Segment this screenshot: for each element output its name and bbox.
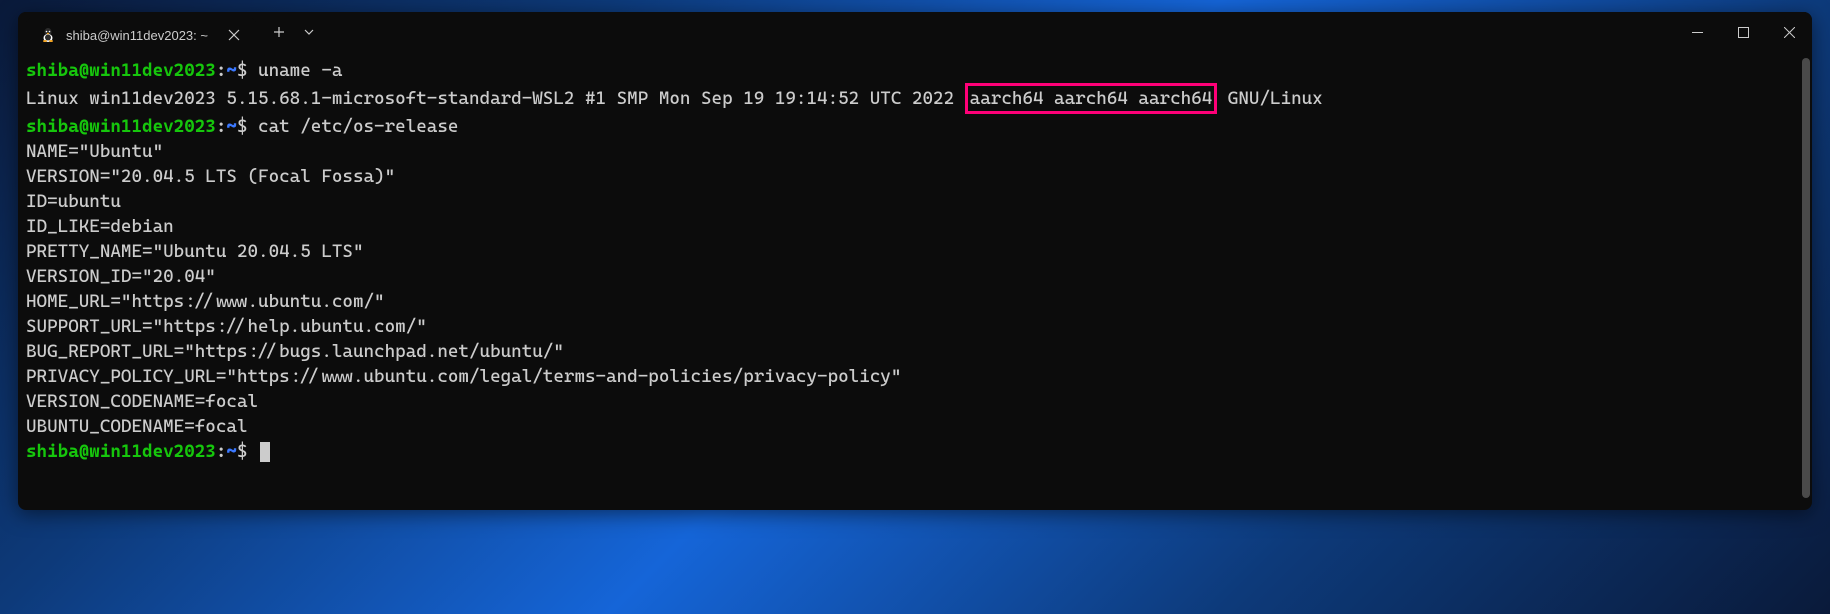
output-line: SUPPORT_URL="https://help.ubuntu.com/" — [26, 314, 1804, 339]
output-line: Linux win11dev2023 5.15.68.1-microsoft-s… — [26, 83, 1804, 114]
tab-dropdown-button[interactable] — [294, 17, 324, 47]
terminal-line: shiba@win11dev2023:~$ uname -a — [26, 58, 1804, 83]
tab-active[interactable]: shiba@win11dev2023: ~ — [26, 18, 256, 52]
prompt-colon: : — [216, 60, 227, 81]
maximize-button[interactable] — [1720, 12, 1766, 52]
command-text: cat /etc/os-release — [258, 116, 458, 137]
output-line: NAME="Ubuntu" — [26, 139, 1804, 164]
output-line: BUG_REPORT_URL="https://bugs.launchpad.n… — [26, 339, 1804, 364]
terminal-line: shiba@win11dev2023:~$ cat /etc/os-releas… — [26, 114, 1804, 139]
output-line: PRIVACY_POLICY_URL="https://www.ubuntu.c… — [26, 364, 1804, 389]
output-line: PRETTY_NAME="Ubuntu 20.04.5 LTS" — [26, 239, 1804, 264]
output-line: HOME_URL="https://www.ubuntu.com/" — [26, 289, 1804, 314]
tux-icon — [40, 27, 56, 43]
terminal-content[interactable]: shiba@win11dev2023:~$ uname -aLinux win1… — [18, 52, 1812, 510]
tab-title: shiba@win11dev2023: ~ — [66, 28, 208, 43]
prompt-user: shiba@win11dev2023 — [26, 116, 216, 137]
output-text: Linux win11dev2023 5.15.68.1-microsoft-s… — [26, 88, 965, 109]
command-text: uname -a — [258, 60, 342, 81]
title-bar: shiba@win11dev2023: ~ — [18, 12, 1812, 52]
close-window-button[interactable] — [1766, 12, 1812, 52]
window-controls — [1674, 12, 1812, 52]
terminal-line: shiba@win11dev2023:~$ — [26, 439, 1804, 464]
output-line: VERSION_CODENAME=focal — [26, 389, 1804, 414]
prompt-colon: : — [216, 116, 227, 137]
highlighted-arch: aarch64 aarch64 aarch64 — [965, 83, 1218, 114]
new-tab-button[interactable] — [264, 17, 294, 47]
output-line: ID_LIKE=debian — [26, 214, 1804, 239]
prompt-dollar: $ — [237, 116, 258, 137]
prompt-path: ~ — [226, 116, 237, 137]
prompt-colon: : — [216, 441, 227, 462]
prompt-user: shiba@win11dev2023 — [26, 60, 216, 81]
prompt-path: ~ — [226, 60, 237, 81]
minimize-button[interactable] — [1674, 12, 1720, 52]
output-line: UBUNTU_CODENAME=focal — [26, 414, 1804, 439]
cursor — [260, 442, 270, 462]
terminal-window: shiba@win11dev2023: ~ shiba@win11dev2023… — [18, 12, 1812, 510]
prompt-user: shiba@win11dev2023 — [26, 441, 216, 462]
output-line: ID=ubuntu — [26, 189, 1804, 214]
prompt-dollar: $ — [237, 441, 258, 462]
close-tab-icon[interactable] — [224, 25, 244, 45]
scrollbar[interactable] — [1802, 58, 1810, 498]
output-line: VERSION_ID="20.04" — [26, 264, 1804, 289]
output-text: GNU/Linux — [1217, 88, 1322, 109]
prompt-dollar: $ — [237, 60, 258, 81]
prompt-path: ~ — [226, 441, 237, 462]
output-line: VERSION="20.04.5 LTS (Focal Fossa)" — [26, 164, 1804, 189]
